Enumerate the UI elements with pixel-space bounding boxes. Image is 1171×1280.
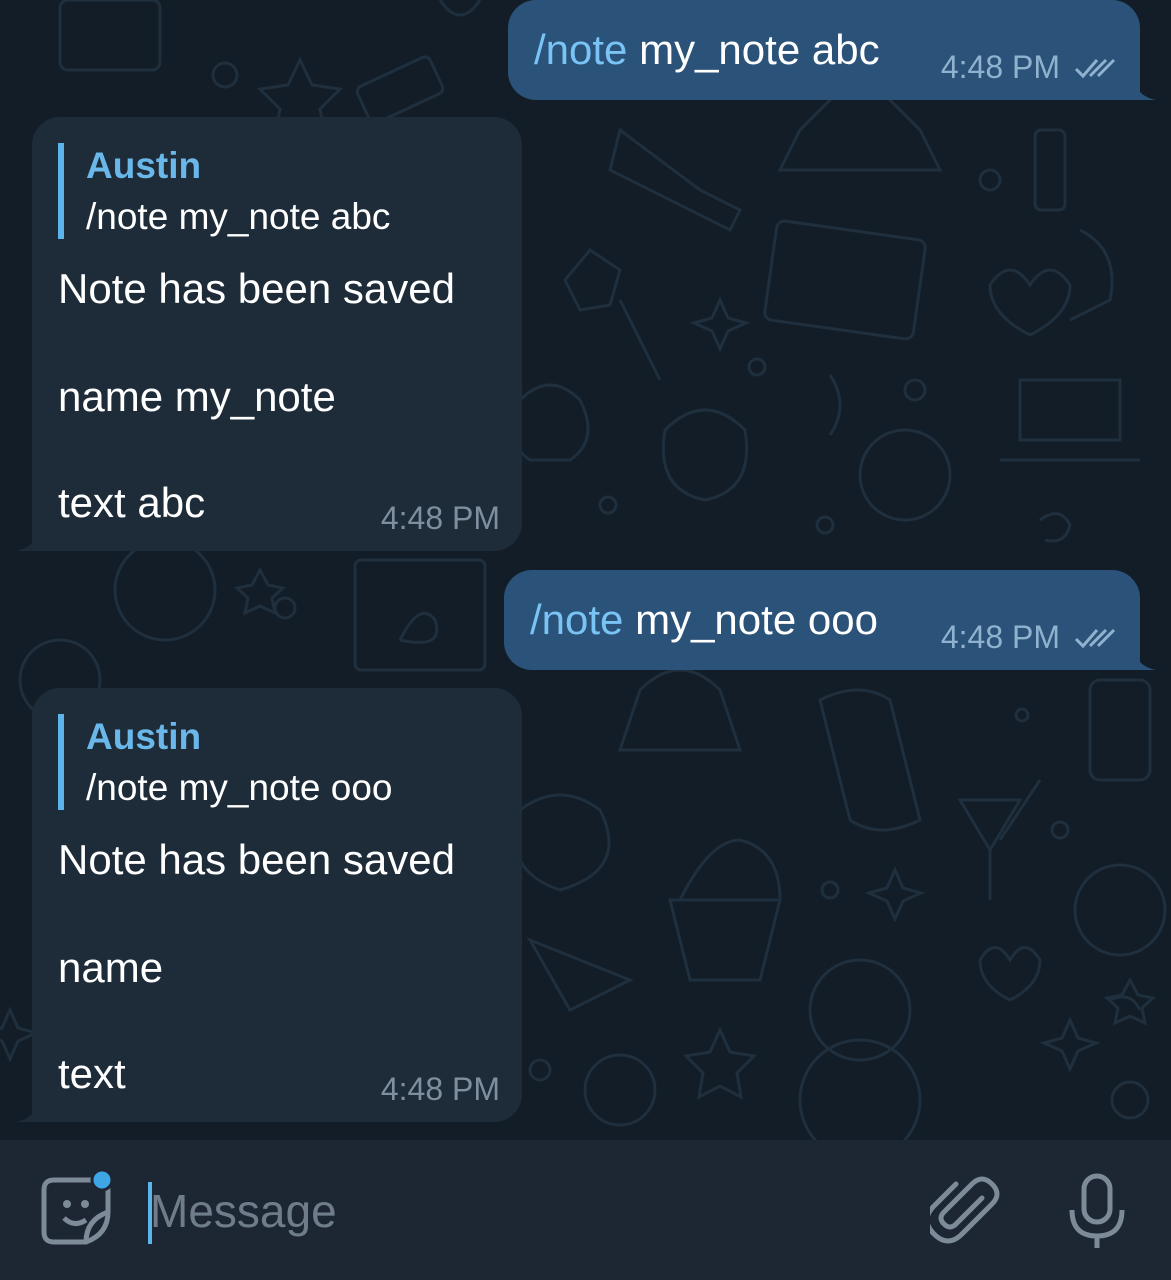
message-line: name [58,944,164,991]
microphone-icon[interactable] [1062,1172,1132,1252]
paperclip-icon[interactable] [930,1176,1000,1246]
incoming-message[interactable]: Austin /note my_note abc Note has been s… [16,117,522,551]
message-line: Note has been saved [58,265,455,312]
bubble-tail [16,1100,38,1122]
bubble-tail [16,529,38,551]
message-line: Note has been saved [58,836,455,883]
message-time: 4:48 PM [380,500,500,536]
message-time: 4:48 PM [940,619,1060,655]
command-args: my_note abc [627,26,880,73]
message-text: /note my_note ooo [530,596,878,644]
double-check-icon [1074,628,1116,649]
outgoing-message[interactable]: /note my_note ooo 4:48 PM [504,570,1156,670]
bubble-tail [1134,78,1156,100]
message-composer [0,1140,1171,1280]
sticker-icon[interactable] [40,1170,120,1250]
message-text: /note my_note abc [534,26,880,74]
command-link[interactable]: /note [534,26,627,73]
bubble-tail [1134,648,1156,670]
reply-sender: Austin [86,716,202,757]
double-check-icon [1074,58,1116,79]
message-line: text abc [58,479,206,526]
command-args: my_note ooo [623,596,878,643]
incoming-message[interactable]: Austin /note my_note ooo Note has been s… [16,688,522,1122]
reply-text: /note my_note ooo [86,767,393,808]
message-line: name my_note [58,373,336,420]
reply-quote[interactable]: Austin /note my_note ooo [58,714,393,810]
reply-quote[interactable]: Austin /note my_note abc [58,143,390,239]
message-input[interactable] [150,1176,890,1246]
chat-area[interactable]: /note my_note abc 4:48 PM Austin /note m… [0,0,1171,1140]
outgoing-message[interactable]: /note my_note abc 4:48 PM [508,0,1156,100]
message-time: 4:48 PM [380,1071,500,1107]
message-line: text [58,1050,126,1097]
reply-sender: Austin [86,145,202,186]
reply-text: /note my_note abc [86,196,391,237]
command-link[interactable]: /note [530,596,623,643]
message-time: 4:48 PM [940,49,1060,85]
